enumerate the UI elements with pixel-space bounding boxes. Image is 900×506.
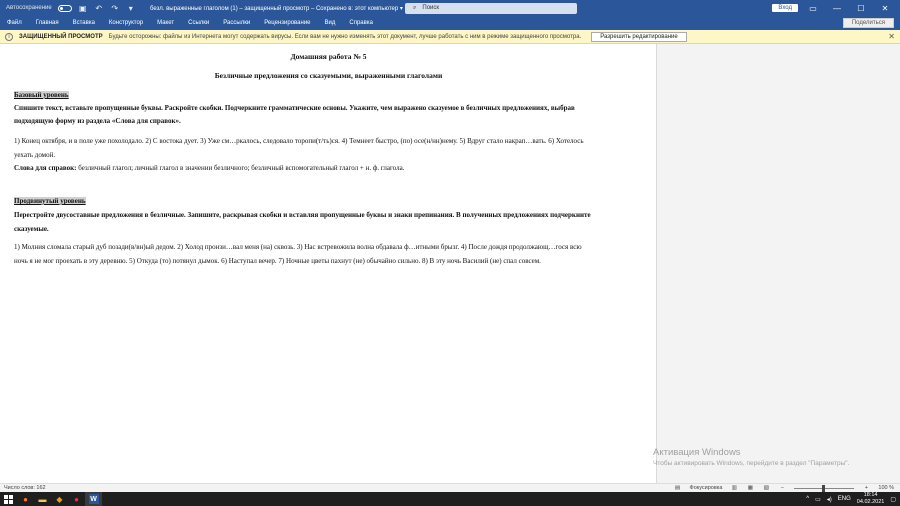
windows-activation-watermark: Активация Windows Чтобы активировать Win… (653, 447, 849, 467)
activation-title: Активация Windows (653, 447, 741, 458)
print-layout-icon[interactable]: ▦ (746, 485, 754, 491)
zoom-slider-thumb[interactable] (822, 484, 826, 492)
tab-help[interactable]: Справка (342, 20, 380, 26)
read-mode-icon[interactable]: ▥ (730, 485, 738, 491)
basic-text-line-2: уехать домой. (14, 151, 56, 159)
document-workspace[interactable]: Домашняя работа № 5 Безличные предложени… (0, 44, 900, 483)
close-button[interactable]: ✕ (876, 4, 894, 13)
ribbon-display-icon[interactable]: ▭ (804, 4, 822, 13)
activation-subtitle: Чтобы активировать Windows, перейдите в … (653, 460, 850, 467)
doc-title: Домашняя работа № 5 (290, 52, 367, 61)
tab-insert[interactable]: Вставка (66, 20, 102, 26)
taskbar-app-icon[interactable]: ◆ (51, 492, 68, 506)
focus-icon[interactable]: ▤ (674, 485, 682, 491)
close-message-icon[interactable]: ✕ (888, 32, 895, 41)
tab-view[interactable]: Вид (318, 20, 343, 26)
network-icon[interactable]: ▭ (815, 496, 821, 503)
search-icon: ⌕ (413, 4, 417, 11)
reference-words: Слова для справок: безличный глагол; лич… (14, 162, 644, 175)
advanced-text-line-2: ночь я не мог проехать в эту деревню. 5)… (14, 257, 541, 265)
quick-access-toolbar: Автосохранение ▣ ↶ ↷ ▾ (0, 4, 150, 13)
basic-task-line-1: Спишите текст, вставьте пропущенные букв… (14, 104, 575, 112)
info-icon: i (5, 32, 13, 41)
document-page[interactable]: Домашняя работа № 5 Безличные предложени… (0, 44, 657, 483)
zoom-slider[interactable] (794, 484, 855, 492)
advanced-text-line-1: 1) Молния сломала старый дуб позади(в/вн… (14, 243, 582, 251)
focus-label[interactable]: Фокусировка (690, 485, 723, 491)
tab-references[interactable]: Ссылки (181, 20, 216, 26)
autosave-toggle[interactable] (57, 4, 72, 12)
tab-file[interactable]: Файл (0, 20, 29, 26)
system-tray: ^ ▭ ◂) ENG 18:14 04.02.2021 ▢ (806, 492, 900, 506)
tab-home[interactable]: Главная (29, 20, 66, 26)
volume-icon[interactable]: ◂) (827, 496, 832, 503)
web-layout-icon[interactable]: ▧ (762, 485, 770, 491)
basic-level-heading: Базовый уровень (14, 91, 69, 99)
taskbar-yandex-icon[interactable]: ● (68, 492, 85, 506)
reference-label: Слова для справок: (14, 164, 77, 172)
status-bar: Число слов: 162 ▤ Фокусировка ▥ ▦ ▧ − + … (0, 483, 900, 492)
advanced-task-line-2: сказуемые. (14, 225, 49, 233)
clock-date: 04.02.2021 (856, 499, 885, 505)
document-title: безл. выраженные глаголом (1) – защищенн… (150, 5, 403, 12)
search-box[interactable]: ⌕ Поиск (405, 2, 577, 14)
tab-mailings[interactable]: Рассылки (216, 20, 257, 26)
clock-time: 18:14 (863, 492, 878, 498)
tab-review[interactable]: Рецензирование (257, 20, 317, 26)
redo-icon[interactable]: ↷ (110, 4, 120, 13)
clock[interactable]: 18:14 04.02.2021 (857, 492, 885, 506)
zoom-level[interactable]: 100 % (878, 485, 894, 491)
taskbar-word-icon[interactable]: W (85, 492, 102, 506)
autosave-label: Автосохранение (6, 5, 52, 11)
save-icon[interactable]: ▣ (78, 4, 88, 13)
advanced-level-heading: Продвинутый уровень (14, 197, 86, 205)
start-button[interactable] (0, 492, 17, 506)
ribbon-tabs: Файл Главная Вставка Конструктор Макет С… (0, 16, 900, 30)
maximize-button[interactable]: ☐ (852, 4, 870, 13)
zoom-in-icon[interactable]: + (862, 485, 870, 491)
windows-taskbar: ● ▬ ◆ ● W ^ ▭ ◂) ENG 18:14 04.02.2021 ▢ (0, 492, 900, 506)
enable-editing-button[interactable]: Разрешить редактирование (591, 31, 687, 42)
word-count[interactable]: Число слов: 162 (4, 485, 46, 491)
undo-icon[interactable]: ↶ (94, 4, 104, 13)
taskbar-explorer-icon[interactable]: ▬ (34, 492, 51, 506)
search-placeholder: Поиск (422, 5, 440, 11)
advanced-task-line-1: Перестройте двусоставные предложения в б… (14, 211, 591, 219)
chevron-up-icon[interactable]: ^ (806, 496, 809, 502)
title-bar: Автосохранение ▣ ↶ ↷ ▾ безл. выраженные … (0, 0, 900, 16)
protected-view-bar: i ЗАЩИЩЕННЫЙ ПРОСМОТР Будьте осторожны: … (0, 30, 900, 44)
basic-text-line-1: 1) Конец октября, и в поле уже похолодал… (14, 137, 584, 145)
basic-task-line-2: подходящую форму из раздела «Слова для с… (14, 117, 181, 125)
share-button[interactable]: Поделиться (842, 18, 894, 28)
customize-icon[interactable]: ▾ (126, 4, 136, 13)
tab-layout[interactable]: Макет (150, 20, 181, 26)
language-indicator[interactable]: ENG (838, 496, 851, 502)
reference-text: безличный глагол; личный глагол в значен… (76, 164, 405, 172)
protected-view-label: ЗАЩИЩЕННЫЙ ПРОСМОТР (19, 33, 103, 40)
zoom-out-icon[interactable]: − (778, 485, 786, 491)
doc-subtitle: Безличные предложения со сказуемыми, выр… (214, 71, 443, 80)
sign-in-button[interactable]: Вход (772, 4, 798, 12)
protected-view-message: Будьте осторожны: файлы из Интернета мог… (108, 33, 582, 40)
tab-design[interactable]: Конструктор (102, 20, 150, 26)
notifications-icon[interactable]: ▢ (890, 496, 896, 503)
taskbar-firefox-icon[interactable]: ● (17, 492, 34, 506)
minimize-button[interactable]: — (828, 4, 846, 13)
